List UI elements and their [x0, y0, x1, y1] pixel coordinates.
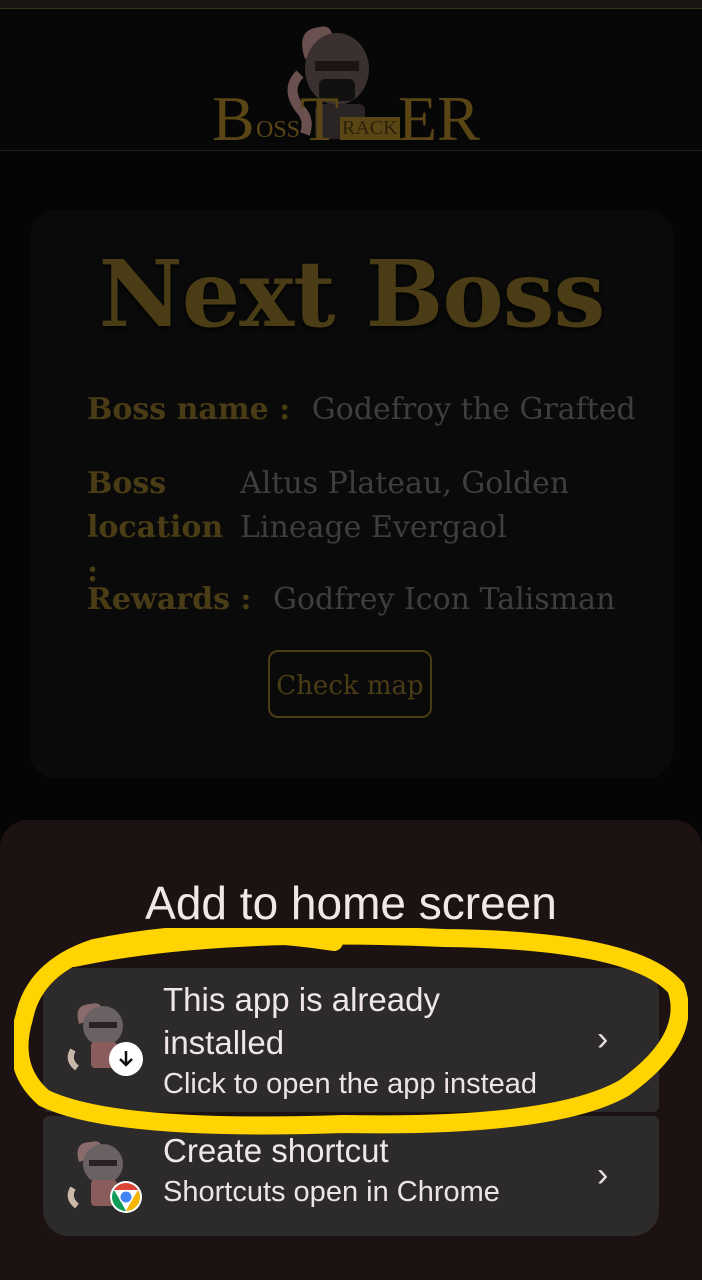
installed-option-title: This app is already installed — [163, 981, 440, 1061]
chrome-icon — [109, 1180, 143, 1214]
create-shortcut-option[interactable]: Create shortcut Shortcuts open in Chrome… — [43, 1116, 659, 1236]
sheet-title: Add to home screen — [145, 877, 557, 929]
next-boss-card: Next Boss Boss name : Godefroy the Graft… — [30, 210, 673, 778]
app-icon — [67, 998, 143, 1078]
boss-location-label-line1: Boss — [87, 466, 167, 501]
open-installed-app-option[interactable]: This app is already installed Click to o… — [43, 968, 659, 1112]
boss-name-label: Boss name : — [87, 392, 291, 427]
top-border — [0, 0, 702, 9]
download-icon — [109, 1042, 143, 1076]
rewards-value: Godfrey Icon Talisman — [273, 582, 616, 617]
add-to-home-screen-sheet: Add to home screen This app is already i… — [0, 820, 702, 1280]
check-map-button[interactable]: Check map — [268, 650, 432, 718]
logo-text-er: ER — [398, 83, 480, 154]
rewards-row: Rewards : Godfrey Icon Talisman — [87, 578, 615, 622]
boss-location-value-line2: Lineage Evergaol — [240, 510, 507, 545]
shortcut-option-subtitle: Shortcuts open in Chrome — [163, 1176, 500, 1208]
boss-name-value: Godefroy the Grafted — [311, 392, 636, 427]
boss-name-row: Boss name : Godefroy the Grafted — [87, 388, 636, 432]
app-icon — [67, 1136, 142, 1216]
card-title: Next Boss — [98, 240, 606, 348]
chevron-right-icon: › — [597, 1156, 609, 1194]
rewards-label: Rewards : — [87, 582, 252, 617]
chevron-right-icon: › — [597, 1020, 609, 1058]
logo-text-rack: RACK — [340, 117, 400, 140]
boss-location-value-line1: Altus Plateau, Golden — [240, 466, 570, 501]
logo-letter-t: T — [300, 83, 340, 154]
logo-letter-b: B — [212, 83, 255, 154]
logo-text-oss: OSS — [256, 117, 301, 143]
shortcut-option-title: Create shortcut — [163, 1132, 389, 1169]
site-header: B OSS T RACK ER — [0, 9, 702, 151]
installed-option-subtitle: Click to open the app instead — [163, 1068, 538, 1100]
